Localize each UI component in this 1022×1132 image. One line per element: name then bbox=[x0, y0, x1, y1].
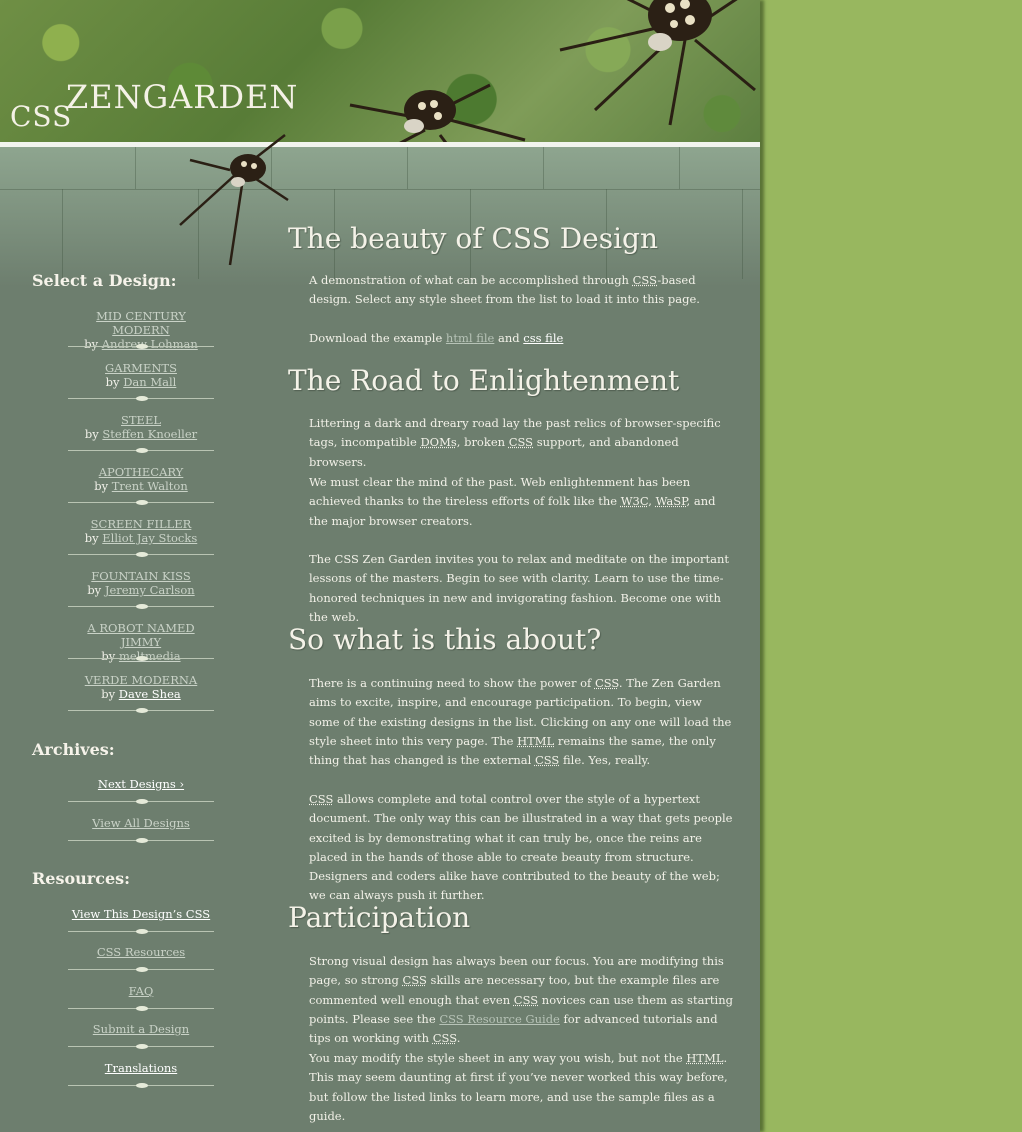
download-paragraph: Download the example html file and css f… bbox=[309, 331, 564, 345]
leaf-divider bbox=[68, 448, 214, 454]
section-heading-participation: Participation bbox=[288, 901, 471, 934]
leaf-divider bbox=[68, 708, 214, 714]
leaf-divider bbox=[68, 967, 214, 973]
page-container: CSS ZENGARDEN Select a Design: MID CENTU… bbox=[0, 0, 760, 1132]
design-name-link[interactable]: FOUNTAIN KISS bbox=[66, 569, 216, 583]
translations-link[interactable]: Translations bbox=[66, 1061, 216, 1075]
intro-paragraph: A demonstration of what can be accomplis… bbox=[309, 273, 700, 307]
participation-paragraph-2: You may modify the style sheet in any wa… bbox=[309, 1051, 728, 1123]
design-item: SCREEN FILLER by Elliot Jay Stocks bbox=[66, 517, 216, 545]
faq-link[interactable]: FAQ bbox=[66, 984, 216, 998]
design-item: FOUNTAIN KISS by Jeremy Carlson bbox=[66, 569, 216, 597]
select-design-heading: Select a Design: bbox=[32, 271, 177, 290]
about-paragraph-2: CSS allows complete and total control ov… bbox=[309, 792, 733, 903]
leaf-divider bbox=[68, 344, 214, 350]
road-paragraph-3: The CSS Zen Garden invites you to relax … bbox=[309, 552, 730, 624]
design-author-link[interactable]: Trent Walton bbox=[112, 479, 188, 493]
by-label: by bbox=[101, 687, 116, 701]
css-resources-link[interactable]: CSS Resources bbox=[66, 945, 216, 959]
design-author-link[interactable]: Steffen Knoeller bbox=[102, 427, 197, 441]
spider-illustration bbox=[179, 134, 289, 266]
leaf-divider bbox=[68, 552, 214, 558]
stone-texture-band bbox=[0, 147, 760, 287]
design-name-link[interactable]: A ROBOT NAMED JIMMY bbox=[66, 621, 216, 649]
design-name-link[interactable]: GARMENTS bbox=[66, 361, 216, 375]
section-heading-beauty: The beauty of CSS Design bbox=[288, 222, 658, 255]
about-paragraph-1: There is a continuing need to show the p… bbox=[309, 676, 732, 768]
design-name-link[interactable]: VERDE MODERNA bbox=[66, 673, 216, 687]
leaf-divider bbox=[68, 656, 214, 662]
leaf-divider bbox=[68, 500, 214, 506]
by-label: by bbox=[84, 531, 99, 545]
leaf-divider bbox=[68, 396, 214, 402]
design-item: STEEL by Steffen Knoeller bbox=[66, 413, 216, 441]
leaf-divider bbox=[68, 929, 214, 935]
css-resource-guide-link[interactable]: CSS Resource Guide bbox=[439, 1012, 560, 1026]
by-label: by bbox=[105, 375, 120, 389]
resources-heading: Resources: bbox=[32, 869, 131, 888]
logo-css-text: CSS bbox=[10, 100, 73, 133]
section-heading-about: So what is this about? bbox=[288, 623, 602, 656]
leaf-divider bbox=[68, 838, 214, 844]
design-item: VERDE MODERNA by Dave Shea bbox=[66, 673, 216, 701]
archives-heading: Archives: bbox=[32, 740, 115, 759]
by-label: by bbox=[84, 427, 99, 441]
design-name-link[interactable]: APOTHECARY bbox=[66, 465, 216, 479]
by-label: by bbox=[94, 479, 109, 493]
design-name-link[interactable]: MID CENTURY MODERN bbox=[66, 309, 216, 337]
road-paragraph-1: Littering a dark and dreary road lay the… bbox=[309, 416, 721, 469]
design-author-link[interactable]: Elliot Jay Stocks bbox=[102, 531, 197, 545]
leaf-divider bbox=[68, 1083, 214, 1089]
next-designs-link[interactable]: Next Designs › bbox=[66, 777, 216, 791]
leaf-divider bbox=[68, 604, 214, 610]
design-author-link[interactable]: Dan Mall bbox=[123, 375, 176, 389]
spider-illustration bbox=[559, 0, 756, 126]
html-file-link[interactable]: html file bbox=[446, 331, 494, 345]
design-name-link[interactable]: STEEL bbox=[66, 413, 216, 427]
submit-design-link[interactable]: Submit a Design bbox=[66, 1022, 216, 1036]
design-item: GARMENTS by Dan Mall bbox=[66, 361, 216, 389]
road-paragraph-2: We must clear the mind of the past. Web … bbox=[309, 475, 716, 528]
design-author-link[interactable]: Dave Shea bbox=[119, 687, 181, 701]
logo-zengarden-text: ZENGARDEN bbox=[66, 78, 299, 116]
design-name-link[interactable]: SCREEN FILLER bbox=[66, 517, 216, 531]
design-item: APOTHECARY by Trent Walton bbox=[66, 465, 216, 493]
participation-paragraph-1: Strong visual design has always been our… bbox=[309, 954, 733, 1046]
css-file-link[interactable]: css file bbox=[523, 331, 563, 345]
leaf-divider bbox=[68, 799, 214, 805]
section-heading-road: The Road to Enlightenment bbox=[288, 364, 680, 397]
leaf-divider bbox=[68, 1006, 214, 1012]
header-banner: CSS ZENGARDEN bbox=[0, 0, 760, 189]
view-design-css-link[interactable]: View This Design’s CSS bbox=[66, 907, 216, 921]
by-label: by bbox=[87, 583, 102, 597]
view-all-designs-link[interactable]: View All Designs bbox=[66, 816, 216, 830]
leaf-divider bbox=[68, 1044, 214, 1050]
design-author-link[interactable]: Jeremy Carlson bbox=[105, 583, 195, 597]
